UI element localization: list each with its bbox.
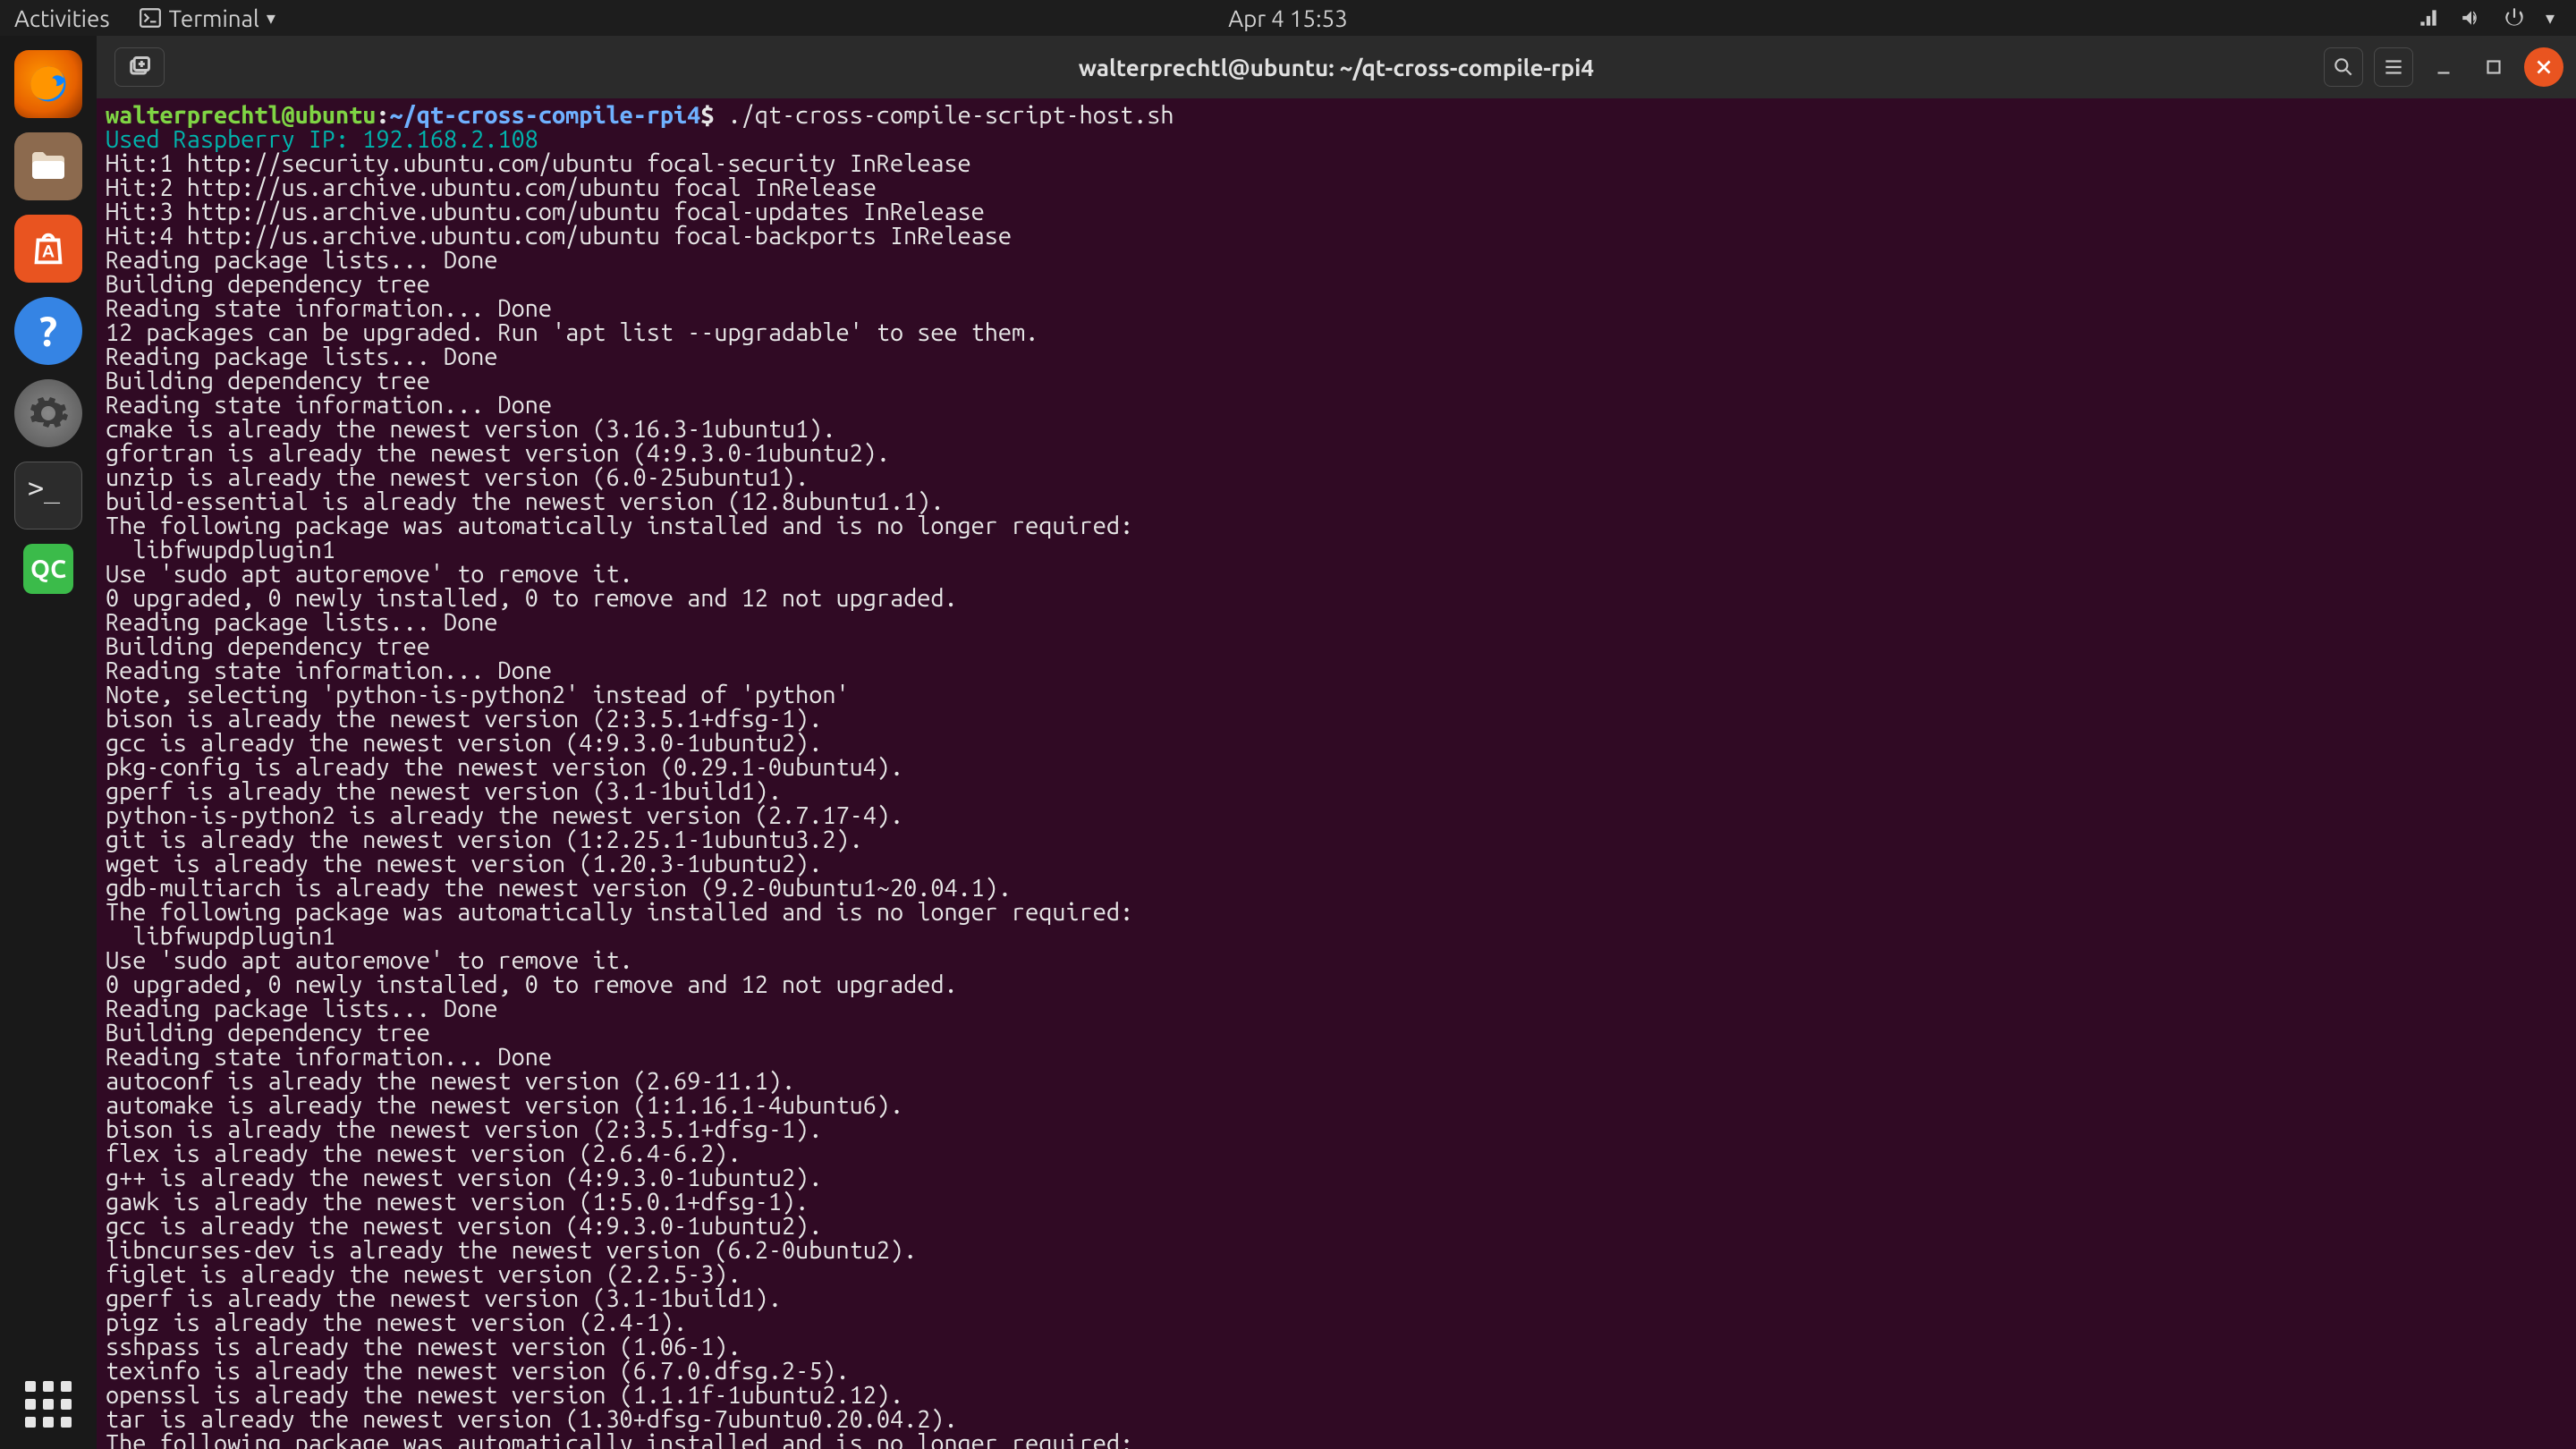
maximize-icon [2482,55,2505,79]
shopping-bag-icon: A [28,228,69,269]
prompt-colon: : [376,102,389,129]
terminal-icon [139,6,162,30]
app-menu-label: Terminal [169,5,259,31]
chevron-down-icon: ▾ [2546,7,2555,29]
qt-icon: QC [30,555,66,583]
gear-icon [27,392,70,435]
chevron-down-icon: ▾ [267,7,275,29]
new-tab-button[interactable] [114,47,165,87]
dock-terminal[interactable]: >_ [14,462,82,530]
close-button[interactable] [2524,47,2563,87]
apt-output: Hit:1 http://security.ubuntu.com/ubuntu … [106,150,1133,1449]
prompt-path: ~/qt-cross-compile-rpi4 [390,102,701,129]
titlebar: walterprechtl@ubuntu: ~/qt-cross-compile… [97,36,2576,98]
close-icon [2532,55,2555,79]
rpi-ip-line: Used Raspberry IP: 192.168.2.108 [106,126,538,153]
command-text: ./qt-cross-compile-script-host.sh [728,102,1174,129]
minimize-icon [2432,55,2455,79]
hamburger-icon [2382,55,2405,79]
gnome-topbar: Activities Terminal ▾ Apr 4 15:53 ▾ [0,0,2576,36]
app-menu[interactable]: Terminal ▾ [139,5,275,31]
help-icon: ? [39,308,57,354]
search-icon [2332,55,2355,79]
dock-files[interactable] [14,132,82,200]
dock-software[interactable]: A [14,215,82,283]
dock-settings[interactable] [14,379,82,447]
firefox-icon [25,61,72,107]
dock-firefox[interactable] [14,50,82,118]
svg-text:A: A [42,242,55,261]
dock-qtcreator[interactable]: QC [23,544,73,594]
minimize-button[interactable] [2424,47,2463,87]
ubuntu-dock: A ? >_ QC [0,36,97,1449]
terminal-prompt-icon: >_ [28,473,60,504]
terminal-window: walterprechtl@ubuntu: ~/qt-cross-compile… [97,36,2576,1449]
maximize-button[interactable] [2474,47,2513,87]
system-status-area[interactable]: ▾ [2417,6,2576,30]
prompt-user: walterprechtl@ubuntu [106,102,376,129]
network-icon [2417,6,2440,30]
show-applications[interactable] [25,1381,72,1428]
search-button[interactable] [2324,47,2363,87]
volume-icon [2460,6,2483,30]
new-tab-icon [127,55,152,80]
dock-help[interactable]: ? [14,297,82,365]
prompt-dollar: $ [700,102,727,129]
power-icon [2503,6,2526,30]
menu-button[interactable] [2374,47,2413,87]
window-title: walterprechtl@ubuntu: ~/qt-cross-compile… [1079,55,1594,80]
terminal-output[interactable]: walterprechtl@ubuntu:~/qt-cross-compile-… [97,98,2576,1449]
folder-icon [27,145,70,188]
clock[interactable]: Apr 4 15:53 [1228,5,1348,31]
activities-button[interactable]: Activities [14,5,110,31]
